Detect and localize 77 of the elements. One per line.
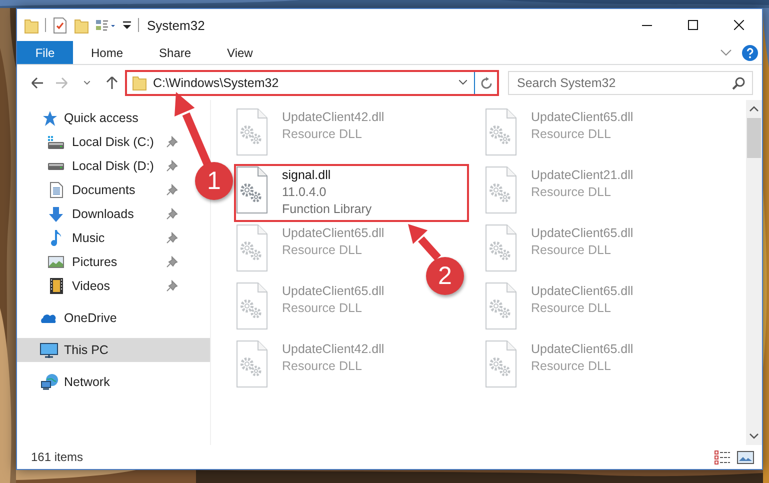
- drive-icon: [48, 162, 64, 170]
- nav-item[interactable]: Local Disk (C:): [17, 130, 182, 154]
- cloud-icon: [41, 314, 57, 322]
- ribbon-tab[interactable]: View: [209, 41, 271, 64]
- file-type: Function Library: [282, 201, 372, 218]
- nav-label: Videos: [72, 279, 110, 293]
- scroll-up-icon[interactable]: [749, 106, 759, 112]
- nav-label: Music: [72, 231, 105, 245]
- forward-arrow-icon: [56, 76, 68, 88]
- nav-item[interactable]: Music: [17, 226, 182, 250]
- drive-icon: [48, 136, 64, 148]
- file-name[interactable]: signal.dll: [282, 167, 372, 184]
- picture-icon: [48, 256, 64, 268]
- nav-item[interactable]: Quick access: [17, 106, 182, 130]
- nav-item[interactable]: Pictures: [17, 250, 182, 274]
- properties-icon[interactable]: [52, 16, 68, 34]
- nav-item[interactable]: Downloads: [17, 202, 182, 226]
- folder-icon: [132, 74, 147, 91]
- back-arrow-icon: [31, 76, 44, 88]
- file-type: Resource DLL: [531, 242, 612, 259]
- help-icon[interactable]: [742, 44, 758, 60]
- search-icon: [732, 76, 745, 90]
- maximize-icon: [688, 20, 698, 30]
- nav-item[interactable]: OneDrive: [17, 306, 182, 330]
- nav-label: Local Disk (D:): [72, 159, 154, 173]
- up-arrow-icon: [106, 76, 118, 89]
- callout-arrow: [408, 224, 441, 261]
- scrollbar-thumb[interactable]: [747, 118, 761, 158]
- nav-label: Documents: [72, 183, 136, 197]
- nav-label: Pictures: [72, 255, 118, 269]
- nav-label: OneDrive: [64, 311, 117, 325]
- search-field[interactable]: Search System32: [508, 70, 753, 94]
- nav-item[interactable]: This PC: [17, 338, 210, 362]
- details-view-icon[interactable]: [714, 450, 731, 464]
- nav-label: Downloads: [72, 207, 134, 221]
- monitor-icon: [40, 342, 58, 358]
- address-path: C:\Windows\System32: [152, 76, 279, 90]
- nav-item[interactable]: Local Disk (D:): [17, 154, 182, 178]
- file-menu-tab[interactable]: File: [17, 41, 73, 64]
- nav-label: Network: [64, 375, 110, 389]
- nav-label: Quick access: [64, 111, 138, 125]
- file-type: Resource DLL: [282, 300, 363, 317]
- file-type: Resource DLL: [282, 126, 363, 143]
- dropdown-icon[interactable]: [459, 80, 467, 85]
- close-icon: [734, 20, 744, 30]
- scroll-down-icon[interactable]: [749, 433, 759, 439]
- nav-item[interactable]: Network: [17, 370, 182, 394]
- file-version: 11.0.4.0: [282, 184, 328, 201]
- file-type: Resource DLL: [531, 358, 612, 375]
- nav-label: Local Disk (C:): [72, 135, 154, 149]
- nav-item[interactable]: Videos: [17, 274, 182, 298]
- large-icons-view-icon[interactable]: [737, 450, 754, 464]
- file-type: Resource DLL: [282, 242, 363, 259]
- film-icon: [50, 278, 62, 294]
- ribbon-tab[interactable]: Home: [73, 41, 142, 64]
- file-type: Resource DLL: [531, 126, 612, 143]
- star-icon: [40, 110, 58, 126]
- address-bar[interactable]: C:\Windows\System32: [126, 70, 498, 94]
- file-type: Resource DLL: [531, 184, 612, 201]
- network-icon: [40, 374, 58, 390]
- music-note-icon: [51, 230, 61, 246]
- window-title: System32: [147, 18, 205, 32]
- file-type: Resource DLL: [282, 358, 363, 375]
- nav-label: This PC: [64, 343, 108, 357]
- document-icon: [50, 182, 62, 198]
- ribbon-tab[interactable]: Share: [141, 41, 210, 64]
- item-count: 161 items: [31, 450, 84, 464]
- nav-item[interactable]: Documents: [17, 178, 182, 202]
- refresh-icon: [480, 76, 492, 88]
- minimize-icon: [642, 24, 652, 26]
- view-dropdown-icon[interactable]: [95, 18, 116, 32]
- folder-icon: [24, 16, 39, 34]
- chevron-down-icon: [84, 80, 90, 84]
- customize-toolbar-icon[interactable]: [122, 19, 132, 31]
- expand-ribbon-icon[interactable]: [720, 48, 732, 56]
- file-type: Resource DLL: [531, 300, 612, 317]
- download-arrow-icon: [49, 206, 63, 222]
